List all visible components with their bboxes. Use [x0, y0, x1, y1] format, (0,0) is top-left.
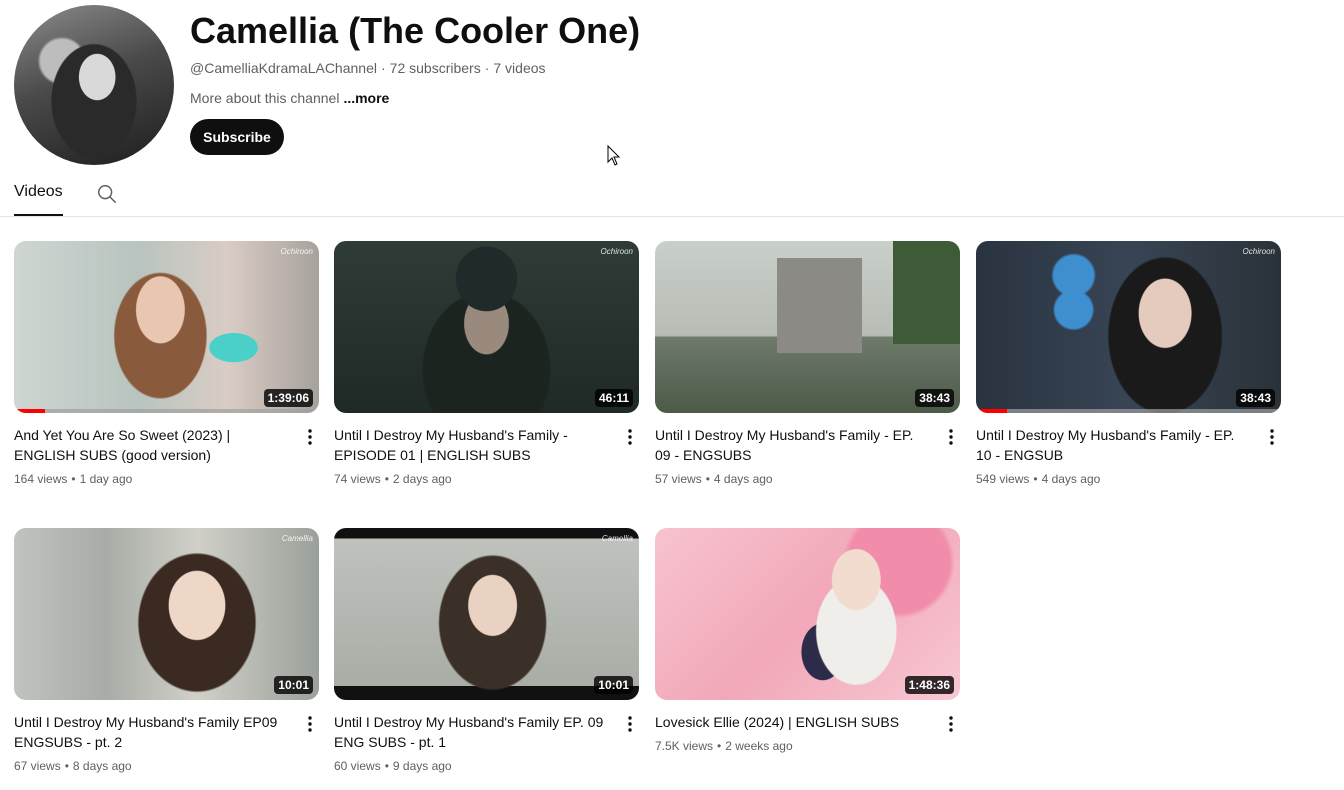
video-card[interactable]: Ochiroon 38:43 Until I Destroy My Husban… — [976, 241, 1281, 486]
tab-videos[interactable]: Videos — [14, 176, 63, 216]
video-card[interactable]: Ochiroon 1:39:06 And Yet You Are So Swee… — [14, 241, 319, 486]
video-views: 67 views — [14, 759, 61, 773]
video-meta: 57 views • 4 days ago — [655, 472, 773, 486]
video-title[interactable]: Until I Destroy My Husband's Family EP. … — [334, 712, 609, 752]
video-thumbnail[interactable]: Ochiroon 1:39:06 — [14, 241, 319, 413]
meta-dot: • — [705, 472, 710, 486]
video-duration: 1:48:36 — [904, 676, 954, 694]
video-card[interactable]: Camellia 10:01 Until I Destroy My Husban… — [14, 528, 319, 773]
video-duration: 46:11 — [594, 389, 633, 407]
meta-separator: · — [484, 60, 490, 76]
channel-meta: @CamelliaKdramaLAChannel · 72 subscribers ·… — [190, 60, 546, 76]
video-title[interactable]: Until I Destroy My Husband's Family - EP… — [655, 425, 930, 465]
video-age: 2 weeks ago — [725, 739, 793, 753]
video-thumbnail[interactable]: Ochiroon 46:11 — [334, 241, 639, 413]
video-duration: 38:43 — [1236, 389, 1275, 407]
video-title[interactable]: Lovesick Ellie (2024) | ENGLISH SUBS — [655, 712, 930, 732]
meta-dot: • — [717, 739, 722, 753]
watch-progress-track — [14, 409, 319, 413]
subscribe-button[interactable]: Subscribe — [190, 119, 284, 155]
thumbnail-watermark: Ochiroon — [600, 247, 633, 256]
video-age: 9 days ago — [392, 759, 452, 773]
meta-dot: • — [64, 759, 69, 773]
video-meta: 549 views • 4 days ago — [976, 472, 1100, 486]
watch-progress-fill — [14, 409, 45, 413]
video-meta: 74 views • 2 days ago — [334, 472, 452, 486]
more-vert-icon[interactable] — [300, 714, 320, 734]
more-vert-icon[interactable] — [620, 427, 640, 447]
video-views: 549 views — [976, 472, 1030, 486]
video-duration: 1:39:06 — [263, 389, 313, 407]
search-icon[interactable] — [96, 183, 118, 205]
video-thumbnail[interactable]: Ochiroon 38:43 — [655, 241, 960, 413]
video-card[interactable]: Camellia 10:01 Until I Destroy My Husban… — [334, 528, 639, 773]
video-views: 74 views — [334, 472, 381, 486]
meta-separator: · — [380, 60, 386, 76]
video-views: 57 views — [655, 472, 702, 486]
more-vert-icon[interactable] — [941, 714, 961, 734]
more-vert-icon[interactable] — [300, 427, 320, 447]
video-title[interactable]: And Yet You Are So Sweet (2023) | ENGLIS… — [14, 425, 289, 465]
video-duration: 10:01 — [594, 676, 633, 694]
video-age: 4 days ago — [713, 472, 773, 486]
video-thumbnail[interactable]: Ochiroon 38:43 — [976, 241, 1281, 413]
video-card[interactable]: 1:48:36 Lovesick Ellie (2024) | ENGLISH … — [655, 528, 960, 753]
video-thumbnail[interactable]: Camellia 10:01 — [14, 528, 319, 700]
meta-dot: • — [1033, 472, 1038, 486]
video-views: 164 views — [14, 472, 68, 486]
more-vert-icon[interactable] — [620, 714, 640, 734]
video-count: 7 videos — [493, 60, 546, 76]
video-age: 1 day ago — [79, 472, 133, 486]
channel-title: Camellia (The Cooler One) — [190, 10, 641, 51]
video-meta: 60 views • 9 days ago — [334, 759, 452, 773]
subscriber-count: 72 subscribers — [389, 60, 481, 76]
meta-dot: • — [384, 472, 389, 486]
more-link[interactable]: ...more — [343, 90, 389, 106]
channel-handle: @CamelliaKdramaLAChannel — [190, 60, 377, 76]
video-meta: 67 views • 8 days ago — [14, 759, 132, 773]
video-duration: 10:01 — [274, 676, 313, 694]
watch-progress-track — [976, 409, 1281, 413]
meta-dot: • — [384, 759, 389, 773]
video-duration: 38:43 — [915, 389, 954, 407]
video-title[interactable]: Until I Destroy My Husband's Family - EP… — [976, 425, 1251, 465]
about-text: More about this channel — [190, 90, 340, 106]
video-title[interactable]: Until I Destroy My Husband's Family - EP… — [334, 425, 609, 465]
video-card[interactable]: Ochiroon 38:43 Until I Destroy My Husban… — [655, 241, 960, 486]
video-thumbnail[interactable]: Camellia 10:01 — [334, 528, 639, 700]
thumbnail-watermark: Ochiroon — [1242, 247, 1275, 256]
video-age: 8 days ago — [72, 759, 132, 773]
meta-dot: • — [71, 472, 76, 486]
video-meta: 7.5K views • 2 weeks ago — [655, 739, 793, 753]
video-age: 2 days ago — [392, 472, 452, 486]
video-card[interactable]: Ochiroon 46:11 Until I Destroy My Husban… — [334, 241, 639, 486]
more-vert-icon[interactable] — [941, 427, 961, 447]
video-views: 60 views — [334, 759, 381, 773]
video-meta: 164 views • 1 day ago — [14, 472, 132, 486]
video-title[interactable]: Until I Destroy My Husband's Family EP09… — [14, 712, 289, 752]
video-views: 7.5K views — [655, 739, 714, 753]
more-vert-icon[interactable] — [1262, 427, 1282, 447]
thumbnail-watermark: Ochiroon — [921, 247, 954, 256]
thumbnail-watermark: Camellia — [601, 534, 633, 543]
thumbnail-watermark: Ochiroon — [280, 247, 313, 256]
video-thumbnail[interactable]: 1:48:36 — [655, 528, 960, 700]
channel-tabs: Videos — [0, 176, 1344, 217]
channel-about[interactable]: More about this channel ...more — [190, 90, 389, 106]
mouse-pointer-icon — [607, 145, 621, 166]
channel-avatar[interactable] — [14, 5, 174, 165]
video-age: 4 days ago — [1041, 472, 1101, 486]
watch-progress-fill — [976, 409, 1007, 413]
thumbnail-watermark: Camellia — [281, 534, 313, 543]
